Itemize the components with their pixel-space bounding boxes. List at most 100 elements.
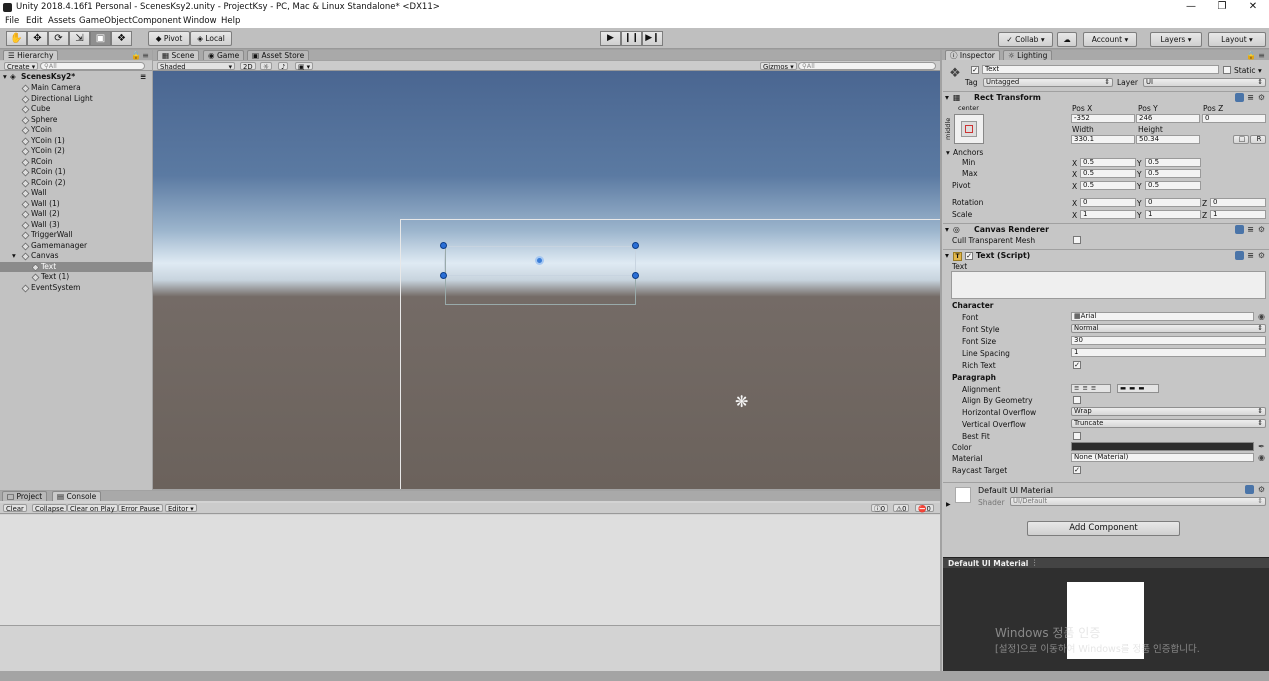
hierarchy-search-input[interactable]: ⚲All xyxy=(40,62,145,70)
tab-inspector[interactable]: ⓘ Inspector xyxy=(945,50,1000,60)
align-geometry-checkbox[interactable] xyxy=(1073,396,1081,404)
cull-checkbox[interactable] xyxy=(1073,236,1081,244)
list-item[interactable]: Text xyxy=(0,261,152,272)
step-button[interactable]: ▶❙ xyxy=(642,31,663,46)
error-pause-toggle[interactable]: Error Pause xyxy=(118,504,163,513)
static-checkbox[interactable] xyxy=(1223,66,1231,74)
eyedropper-icon[interactable]: ✒ xyxy=(1257,442,1266,451)
clear-on-play-toggle[interactable]: Clear on Play xyxy=(67,504,118,513)
list-item[interactable]: Wall (2) xyxy=(0,209,152,220)
menu-assets[interactable]: Assets xyxy=(48,16,76,26)
list-item[interactable]: RCoin xyxy=(0,157,152,168)
canvas-renderer-foldout-icon[interactable]: ▾ xyxy=(945,224,949,236)
create-dropdown[interactable]: Create ▾ xyxy=(4,62,39,71)
anchor-presets-button[interactable] xyxy=(954,114,984,144)
rect-transform-header[interactable]: ▾ ▦ Rect Transform ≡ ⚙ xyxy=(943,91,1269,103)
align-middle-icon[interactable]: ▬ xyxy=(1129,384,1138,392)
list-item[interactable]: TriggerWall xyxy=(0,230,152,241)
raw-edit-button[interactable]: R xyxy=(1250,135,1266,144)
scene-search-input[interactable]: ⚲All xyxy=(798,62,936,70)
font-style-dropdown[interactable]: Normal ⇕ xyxy=(1071,324,1266,333)
lighting-toggle-icon[interactable]: ☼ xyxy=(260,62,273,71)
h-overflow-dropdown[interactable]: Wrap ⇕ xyxy=(1071,407,1266,416)
shader-dropdown[interactable]: UI/Default ⇕ xyxy=(1010,497,1266,506)
list-item[interactable]: Text (1) xyxy=(0,272,152,283)
rect-handle-br[interactable] xyxy=(632,272,639,279)
text-script-header[interactable]: ▾ T ✓ Text (Script) ≡ ⚙ xyxy=(943,249,1269,261)
list-item[interactable]: YCoin xyxy=(0,125,152,136)
align-bottom-icon[interactable]: ▬ xyxy=(1138,384,1147,392)
scale-z-field[interactable]: 1 xyxy=(1210,210,1266,219)
best-fit-checkbox[interactable] xyxy=(1073,432,1081,440)
layers-dropdown[interactable]: Layers ▾ xyxy=(1150,32,1202,47)
scale-tool-icon[interactable]: ⇲ xyxy=(69,31,90,46)
scene-root[interactable]: ▾ ◈ ScenesKsy2* ≡ xyxy=(0,72,152,83)
color-swatch[interactable] xyxy=(1071,442,1254,451)
font-field[interactable]: ▦Arial xyxy=(1071,312,1254,321)
menu-gameobject[interactable]: GameObject xyxy=(79,16,132,26)
play-button[interactable]: ▶ xyxy=(600,31,621,46)
tab-scene[interactable]: ▦ Scene xyxy=(157,50,200,60)
lock-icon[interactable]: 🔒 xyxy=(131,51,141,60)
text-help-icon[interactable] xyxy=(1235,251,1244,260)
list-item[interactable]: Directional Light xyxy=(0,94,152,105)
rotation-z-field[interactable]: 0 xyxy=(1210,198,1266,207)
transform-tool-icon[interactable]: ❖ xyxy=(111,31,132,46)
material-gear-icon[interactable]: ⚙ xyxy=(1257,485,1266,494)
canvas-renderer-help-icon[interactable] xyxy=(1235,225,1244,234)
warning-count-toggle[interactable]: ⚠0 xyxy=(893,504,910,513)
rotate-tool-icon[interactable]: ⟳ xyxy=(48,31,69,46)
tab-hierarchy[interactable]: ☰ Hierarchy xyxy=(3,50,59,60)
width-field[interactable]: 330.1 xyxy=(1071,135,1135,144)
console-collapse-toggle[interactable]: Collapse xyxy=(32,504,67,513)
anchor-max-x-field[interactable]: 0.5 xyxy=(1080,169,1136,178)
panel-menu-icon[interactable]: ≡ xyxy=(141,51,150,60)
horizontal-alignment-group[interactable]: ≡≡≡ xyxy=(1071,384,1111,393)
text-content-area[interactable] xyxy=(951,271,1266,299)
static-dropdown-arrow-icon[interactable]: ▾ xyxy=(1258,66,1262,75)
material-foldout-icon[interactable]: ▶ xyxy=(946,501,951,508)
error-count-toggle[interactable]: ⛔0 xyxy=(915,504,934,513)
tab-console[interactable]: ▤ Console xyxy=(52,491,102,501)
shading-mode-dropdown[interactable]: Shaded ▾ xyxy=(157,62,235,71)
scale-x-field[interactable]: 1 xyxy=(1080,210,1136,219)
anchor-min-y-field[interactable]: 0.5 xyxy=(1145,158,1201,167)
list-item[interactable]: ▾ Canvas xyxy=(0,251,152,262)
rect-handle-tr[interactable] xyxy=(632,242,639,249)
inspector-lock-icon[interactable]: 🔒 xyxy=(1246,51,1256,60)
minimize-icon[interactable]: — xyxy=(1176,0,1206,15)
posz-field[interactable]: 0 xyxy=(1202,114,1266,123)
pause-button[interactable]: ❙❙ xyxy=(621,31,642,46)
text-gear-icon[interactable]: ⚙ xyxy=(1257,251,1266,260)
move-tool-icon[interactable]: ✥ xyxy=(27,31,48,46)
list-item[interactable]: YCoin (1) xyxy=(0,136,152,147)
hand-tool-icon[interactable]: ✋ xyxy=(6,31,27,46)
menu-file[interactable]: File xyxy=(5,16,19,26)
list-item[interactable]: Main Camera xyxy=(0,83,152,94)
tab-asset-store[interactable]: ▣ Asset Store xyxy=(247,50,310,60)
directional-light-gizmo-icon[interactable]: ❋ xyxy=(735,394,748,410)
vertical-alignment-group[interactable]: ▬▬▬ xyxy=(1117,384,1159,393)
list-item[interactable]: RCoin (1) xyxy=(0,167,152,178)
menu-help[interactable]: Help xyxy=(221,16,240,26)
scale-y-field[interactable]: 1 xyxy=(1145,210,1201,219)
v-overflow-dropdown[interactable]: Truncate ⇕ xyxy=(1071,419,1266,428)
console-log-area[interactable] xyxy=(0,515,940,625)
list-item[interactable]: Sphere xyxy=(0,115,152,126)
list-item[interactable]: Wall (3) xyxy=(0,220,152,231)
tag-dropdown[interactable]: Untagged ⇕ xyxy=(983,78,1113,87)
layout-dropdown[interactable]: Layout ▾ xyxy=(1208,32,1266,47)
canvas-renderer-presets-icon[interactable]: ≡ xyxy=(1246,225,1255,234)
layer-dropdown[interactable]: UI ⇕ xyxy=(1143,78,1266,87)
material-picker-icon[interactable]: ◉ xyxy=(1257,453,1266,462)
rect-tool-icon[interactable]: ▣ xyxy=(90,31,111,46)
close-icon[interactable]: ✕ xyxy=(1238,0,1268,15)
anchor-min-x-field[interactable]: 0.5 xyxy=(1080,158,1136,167)
posx-field[interactable]: -352 xyxy=(1071,114,1135,123)
align-center-icon[interactable]: ≡ xyxy=(1082,384,1090,392)
rich-text-checkbox[interactable]: ✓ xyxy=(1073,361,1081,369)
text-script-foldout-icon[interactable]: ▾ xyxy=(945,250,949,262)
list-item[interactable]: Wall xyxy=(0,188,152,199)
collab-dropdown[interactable]: ✓ Collab ▾ xyxy=(998,32,1053,47)
preview-drag-icon[interactable]: ⋮ xyxy=(1031,558,1039,567)
